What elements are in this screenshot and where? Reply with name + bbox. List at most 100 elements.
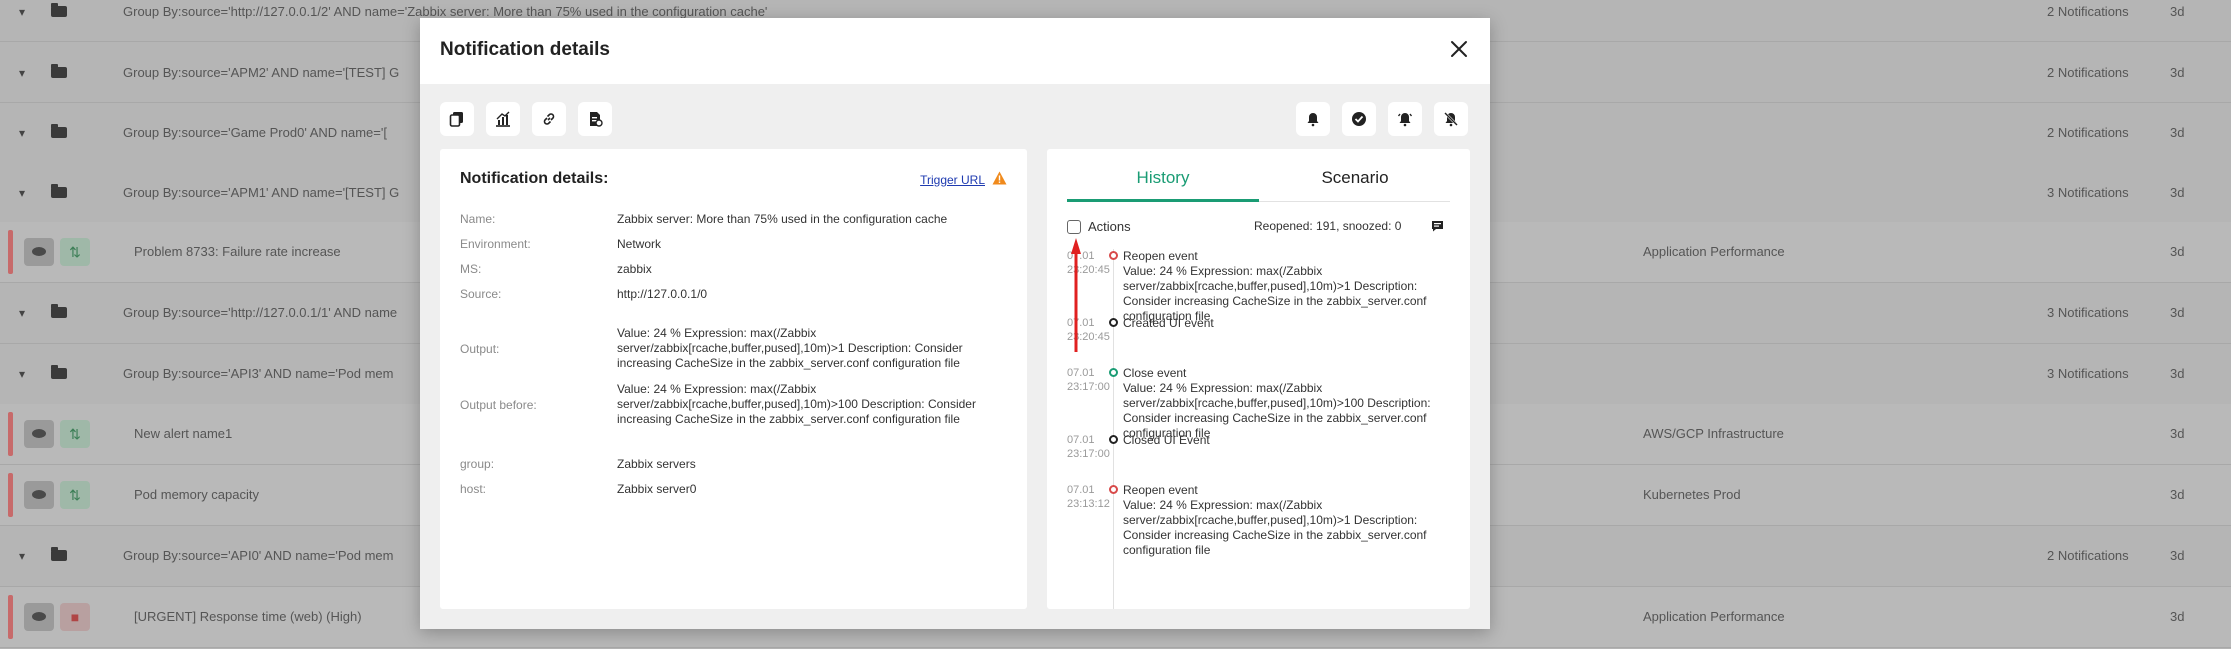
field-value-ms: zabbix — [617, 262, 652, 276]
row-count: 3 Notifications — [2047, 305, 2129, 320]
eye-icon[interactable] — [24, 420, 54, 448]
active-tab-indicator — [1067, 199, 1259, 202]
caret-down-icon[interactable]: ▾ — [19, 186, 25, 200]
warning-icon — [992, 171, 1007, 190]
row-age: 3d — [2170, 4, 2185, 19]
folder-icon — [51, 184, 67, 198]
field-value-environment: Network — [617, 237, 662, 251]
comment-icon[interactable] — [1431, 219, 1444, 237]
row-title: Group By:source='http://127.0.0.1/2' AND… — [123, 4, 768, 19]
document-icon[interactable] — [578, 102, 612, 136]
event-text: Created UI event — [1123, 316, 1214, 330]
tab-scenario[interactable]: Scenario — [1259, 168, 1451, 188]
event-dot — [1109, 435, 1118, 444]
chart-icon[interactable] — [486, 102, 520, 136]
field-label-ms: MS: — [460, 262, 482, 276]
row-age: 3d — [2170, 609, 2185, 624]
eye-icon[interactable] — [24, 603, 54, 631]
field-value-group: Zabbix servers — [617, 457, 696, 471]
row-title: Group By:source='API0' AND name='Pod mem — [123, 548, 394, 563]
event-text: Closed UI Event — [1123, 433, 1210, 447]
copy-icon[interactable] — [440, 102, 474, 136]
row-title: New alert name1 — [134, 426, 233, 441]
row-count: 2 Notifications — [2047, 65, 2129, 80]
folder-icon — [51, 64, 67, 78]
event-time: 07.01 23:17:00 — [1067, 434, 1110, 460]
row-env: AWS/GCP Infrastructure — [1643, 426, 1784, 441]
field-label-output-before: Output before: — [460, 398, 537, 412]
tab-history[interactable]: History — [1067, 168, 1259, 188]
annotation-arrow-icon — [1071, 238, 1081, 352]
row-age: 3d — [2170, 65, 2185, 80]
caret-down-icon[interactable]: ▾ — [19, 367, 25, 381]
event-text: Close event Value: 24 % Expression: max(/… — [1123, 366, 1431, 440]
event-time: 07.01 23:17:00 — [1067, 367, 1110, 393]
notification-details-modal: Notification details Notification detail… — [420, 18, 1490, 629]
folder-icon — [51, 365, 67, 379]
row-title: Group By:source='APM1' AND name='[TEST] … — [123, 185, 400, 200]
history-timeline: 07.01 23:20:45 Reopen event Value: 24 % Ex… — [1047, 249, 1470, 609]
row-age: 3d — [2170, 487, 2185, 502]
field-label-name: Name: — [460, 212, 496, 226]
event-text: Reopen event Value: 24 % Expression: max(… — [1123, 483, 1427, 557]
row-env: Application Performance — [1643, 244, 1785, 259]
row-count: 3 Notifications — [2047, 185, 2129, 200]
caret-down-icon[interactable]: ▾ — [19, 126, 25, 140]
field-label-group: group: — [460, 457, 495, 471]
row-title: Group By:source='http://127.0.0.1/1' AND… — [123, 305, 398, 320]
row-age: 3d — [2170, 366, 2185, 381]
caret-down-icon[interactable]: ▾ — [19, 306, 25, 320]
reopened-summary: Reopened: 191, snoozed: 0 — [1254, 219, 1402, 233]
field-label-output: Output: — [460, 342, 500, 356]
sync-icon[interactable]: ⇅ — [60, 420, 90, 448]
link-icon[interactable] — [532, 102, 566, 136]
row-title: Group By:source='API3' AND name='Pod mem — [123, 366, 394, 381]
field-label-environment: Environment: — [460, 237, 531, 251]
event-text: Reopen event Value: 24 % Expression: max(… — [1123, 249, 1427, 323]
timeline-line — [1113, 249, 1114, 609]
row-title: Pod memory capacity — [134, 487, 259, 502]
folder-icon — [51, 3, 67, 17]
field-value-output: Value: 24 % Expression: max(/Zabbix serv… — [617, 326, 963, 370]
snooze-icon[interactable] — [1296, 102, 1330, 136]
sync-icon[interactable]: ⇅ — [60, 238, 90, 266]
event-dot — [1109, 251, 1118, 260]
eye-icon[interactable] — [24, 481, 54, 509]
event-time: 07.01 23:13:12 — [1067, 484, 1110, 510]
row-age: 3d — [2170, 125, 2185, 140]
row-age: 3d — [2170, 548, 2185, 563]
caret-down-icon[interactable]: ▾ — [19, 549, 25, 563]
event-dot — [1109, 368, 1118, 377]
severity-bar — [8, 595, 13, 639]
sync-icon[interactable]: ⇅ — [60, 481, 90, 509]
row-count: 2 Notifications — [2047, 125, 2129, 140]
row-title: Problem 8733: Failure rate increase — [134, 244, 341, 259]
row-count: 3 Notifications — [2047, 366, 2129, 381]
row-age: 3d — [2170, 244, 2185, 259]
row-age: 3d — [2170, 185, 2185, 200]
eye-icon[interactable] — [24, 238, 54, 266]
row-count: 2 Notifications — [2047, 548, 2129, 563]
row-age: 3d — [2170, 426, 2185, 441]
details-title: Notification details: — [460, 170, 609, 187]
severity-bar — [8, 412, 13, 456]
actions-checkbox[interactable] — [1067, 220, 1081, 234]
field-value-name: Zabbix server: More than 75% used in the… — [617, 212, 948, 226]
caret-down-icon[interactable]: ▾ — [19, 66, 25, 80]
field-label-host: host: — [460, 482, 487, 496]
modal-header: Notification details — [420, 18, 1490, 84]
alert-icon[interactable] — [1388, 102, 1422, 136]
stop-icon[interactable]: ■ — [60, 603, 90, 631]
trigger-url-link[interactable]: Trigger URL — [920, 173, 985, 187]
mute-icon[interactable] — [1434, 102, 1468, 136]
modal-title: Notification details — [440, 39, 610, 60]
details-panel: Notification details: Trigger URL Name: … — [440, 149, 1027, 609]
event-dot — [1109, 485, 1118, 494]
field-value-host: Zabbix server0 — [617, 482, 697, 496]
row-count: 2 Notifications — [2047, 4, 2129, 19]
row-title: [URGENT] Response time (web) (High) — [134, 609, 362, 624]
row-title: Group By:source='Game Prod0' AND name='[ — [123, 125, 387, 140]
close-icon[interactable] — [1448, 38, 1470, 60]
caret-down-icon[interactable]: ▾ — [19, 5, 25, 19]
resolve-icon[interactable] — [1342, 102, 1376, 136]
